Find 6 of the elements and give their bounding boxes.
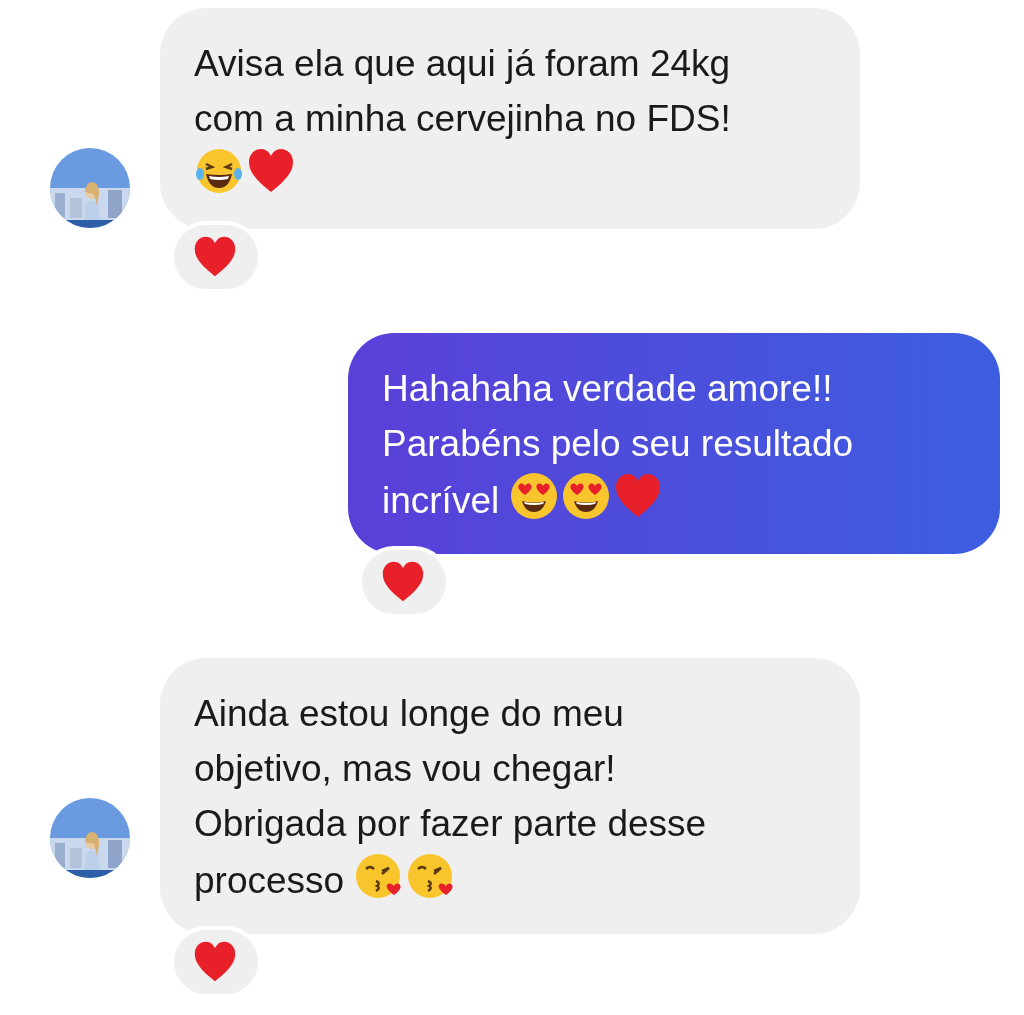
heart-eyes-face-icon	[509, 471, 560, 521]
message-bubble: Ainda estou longe do meu objetivo, mas vou chegar! Obrigada por fazer parte desse processo	[160, 658, 860, 934]
laughing-face-icon	[194, 146, 244, 196]
message-bubble: Avisa ela que aqui já foram 24kg com a minha cervejinha no FDS!	[160, 8, 860, 229]
message-bubble: Hahahaha verdade amore!! Parabéns pelo seu resultado incrível	[348, 333, 1000, 554]
heart-eyes-face-icon	[561, 471, 612, 521]
